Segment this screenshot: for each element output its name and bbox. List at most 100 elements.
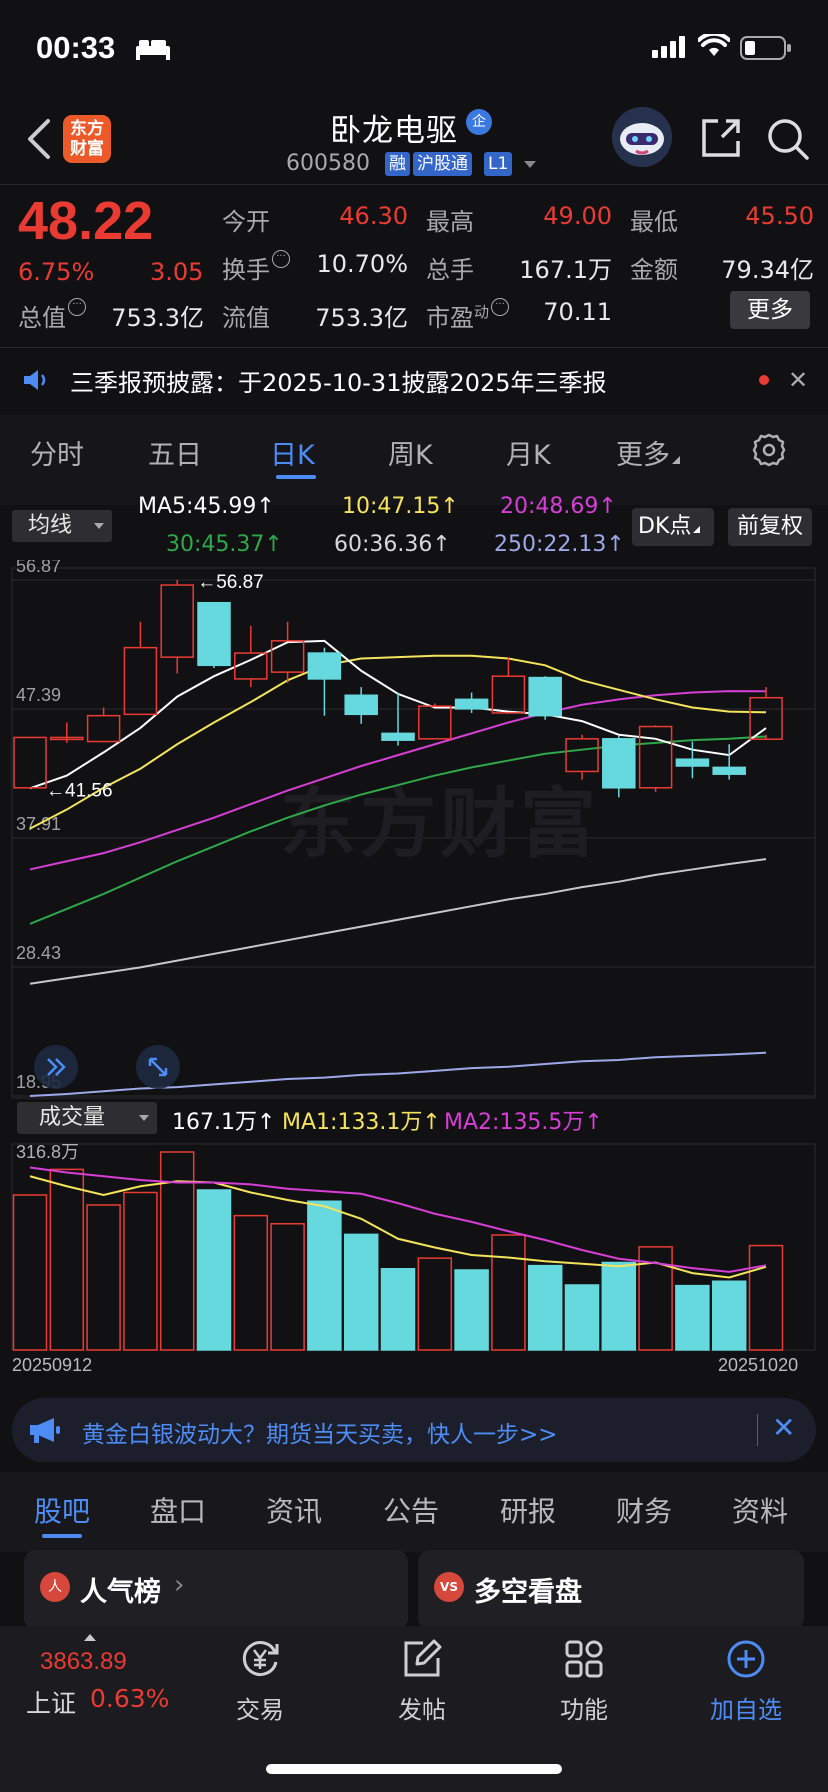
ad-banner[interactable]: 黄金白银波动大？期货当天买卖，快人一步>> ✕ xyxy=(12,1398,816,1462)
tab-order-book[interactable]: 盘口 xyxy=(150,1490,206,1530)
tab-profile[interactable]: 资料 xyxy=(732,1490,788,1530)
nav-post[interactable]: 发帖 xyxy=(362,1638,482,1725)
tab-daily-k[interactable]: 日K xyxy=(270,433,315,472)
candle-body xyxy=(234,652,268,680)
notice-text: 三季报预披露：于2025-10-31披露2025年三季报 xyxy=(70,369,607,397)
pe-sup: 动 xyxy=(474,303,490,321)
indicator-select[interactable]: 均线 xyxy=(12,510,112,542)
chevron-down-icon[interactable] xyxy=(524,161,536,168)
volume-total: 167.1万↑ xyxy=(172,1110,276,1135)
candle xyxy=(565,734,599,780)
status-bar: 00:33 xyxy=(0,0,828,95)
tab-forum[interactable]: 股吧 xyxy=(34,1490,90,1530)
period-tabs: 分时 五日 日K 周K 月K 更多 xyxy=(0,415,828,505)
info-icon[interactable]: ··· xyxy=(68,298,86,316)
share-icon[interactable] xyxy=(700,117,742,159)
candle-body xyxy=(86,714,121,743)
total-cap-value: 753.3亿 xyxy=(111,304,204,332)
grid-icon xyxy=(565,1640,603,1678)
candle-body xyxy=(13,736,47,789)
candle-body xyxy=(307,652,342,680)
low-label: 最低 xyxy=(630,208,678,236)
tab-five-day[interactable]: 五日 xyxy=(148,433,202,472)
active-tab-indicator xyxy=(42,1534,82,1538)
versus-icon: VS xyxy=(434,1572,464,1602)
tab-research[interactable]: 研报 xyxy=(500,1490,556,1530)
candle-body xyxy=(491,675,526,714)
popularity-card[interactable]: 人 人气榜 › xyxy=(24,1550,408,1630)
y-axis-label: 316.8万 xyxy=(16,1142,79,1162)
back-icon[interactable] xyxy=(24,117,54,161)
y-axis-label: 56.87 xyxy=(16,560,61,576)
info-icon[interactable]: ··· xyxy=(272,250,290,268)
tab-financials[interactable]: 财务 xyxy=(616,1490,672,1530)
info-icon[interactable]: ··· xyxy=(491,298,510,316)
candle xyxy=(197,601,231,669)
tab-announcements[interactable]: 公告 xyxy=(383,1490,439,1530)
home-indicator xyxy=(266,1764,562,1774)
status-time: 00:33 xyxy=(36,30,116,65)
bull-bear-title: 多空看盘 xyxy=(474,1577,582,1608)
volume-bar xyxy=(380,1268,416,1351)
watermark: 东方财富 xyxy=(280,779,600,868)
yen-refresh-icon xyxy=(242,1641,279,1676)
volume-bar xyxy=(49,1168,85,1351)
candle xyxy=(749,687,783,740)
tab-more[interactable]: 更多 xyxy=(616,433,680,472)
robot-assistant-icon[interactable] xyxy=(612,107,672,167)
close-icon[interactable]: ✕ xyxy=(772,1411,795,1444)
signal-icon xyxy=(652,36,685,58)
candle-body xyxy=(528,676,562,717)
search-icon[interactable] xyxy=(766,117,810,161)
fullscreen-icon[interactable] xyxy=(136,1045,180,1089)
candle xyxy=(307,647,342,716)
nav-trade-label: 交易 xyxy=(236,1696,284,1724)
edit-icon xyxy=(404,1639,442,1677)
stock-header: 东方 财富 卧龙电驱 企 600580 融 沪股通 L1 xyxy=(0,95,828,185)
stock-code: 600580 xyxy=(286,151,370,176)
volume-bar xyxy=(86,1204,121,1351)
candle-body xyxy=(454,698,489,710)
more-button[interactable]: 更多 xyxy=(730,291,810,329)
y-axis-label: 28.43 xyxy=(16,943,61,963)
dk-point-button[interactable]: DK点 xyxy=(632,508,714,546)
tab-intraday[interactable]: 分时 xyxy=(30,433,84,472)
adjust-button[interactable]: 前复权 xyxy=(728,508,812,546)
nav-functions-label: 功能 xyxy=(560,1696,608,1724)
candle-body xyxy=(602,738,636,789)
plus-circle-icon xyxy=(727,1640,765,1678)
amount-value: 79.34亿 xyxy=(721,256,814,284)
nav-post-label: 发帖 xyxy=(398,1696,446,1724)
tab-weekly-k[interactable]: 周K xyxy=(388,433,433,472)
bull-bear-card[interactable]: VS 多空看盘 xyxy=(418,1550,804,1630)
volume-bar xyxy=(748,1244,784,1351)
tab-news[interactable]: 资讯 xyxy=(266,1490,322,1530)
candle-body xyxy=(675,758,710,767)
candle xyxy=(50,722,84,743)
app-logo[interactable]: 东方 财富 xyxy=(63,115,111,163)
kline-chart[interactable]: 56.8747.3937.9128.4318.95东方财富←56.87←41.5… xyxy=(0,560,828,1100)
candle xyxy=(602,736,636,798)
nav-add-watchlist[interactable]: 加自选 xyxy=(686,1638,806,1725)
volume-bar xyxy=(123,1191,158,1351)
nav-functions[interactable]: 功能 xyxy=(524,1638,644,1725)
volume-legend: 成交量 167.1万↑ MA1:133.1万↑ MA2:135.5万↑ xyxy=(0,1100,828,1136)
shanghai-connect-tag: 沪股通 xyxy=(413,152,472,176)
volume-bar xyxy=(675,1284,710,1351)
corner-arrow-icon xyxy=(693,526,701,533)
wifi-icon xyxy=(698,34,730,56)
nav-trade[interactable]: 交易 xyxy=(200,1638,320,1725)
notice-bar[interactable]: 三季报预披露：于2025-10-31披露2025年三季报 ✕ xyxy=(0,350,828,410)
candle xyxy=(344,687,378,724)
expand-left-icon[interactable] xyxy=(34,1045,78,1089)
nav-add-watchlist-label: 加自选 xyxy=(710,1696,782,1724)
close-icon[interactable]: ✕ xyxy=(788,366,808,394)
low-value: 45.50 xyxy=(745,202,814,230)
candle-body xyxy=(270,640,305,673)
gear-icon[interactable] xyxy=(752,433,786,467)
volume-chart[interactable]: 316.8万 xyxy=(0,1136,828,1352)
tab-monthly-k[interactable]: 月K xyxy=(506,433,551,472)
y-axis-label: 47.39 xyxy=(16,685,61,705)
ma60-value: 60:36.36↑ xyxy=(334,532,451,557)
volume-indicator-select[interactable]: 成交量 xyxy=(17,1102,157,1134)
